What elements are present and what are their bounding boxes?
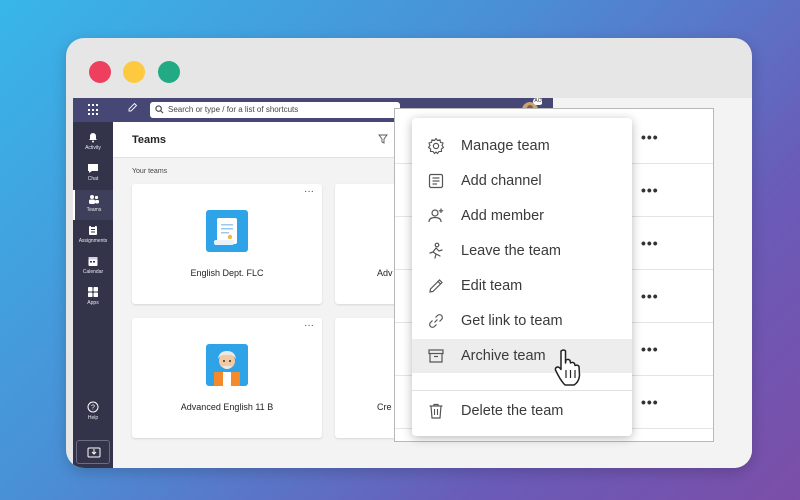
link-icon [429,314,443,328]
menu-item-add-member[interactable]: Add member [412,199,632,233]
teams-icon [89,195,99,204]
more-options-icon[interactable]: ••• [641,182,659,198]
compose-icon[interactable] [128,102,142,118]
rail-item-chat[interactable]: Chat [73,159,113,189]
archive-icon [428,349,444,363]
rail-item-calendar[interactable]: Calendar [73,252,113,282]
menu-item-delete-team[interactable]: Delete the team [412,394,632,428]
gear-icon [427,137,445,155]
menu-item-manage-team[interactable]: Manage team [412,129,632,163]
app-rail: Activity Chat Teams Assignments Calendar… [73,122,113,468]
section-label: Your teams [132,168,168,175]
apps-icon [88,287,98,297]
team-name: Advanced English 11 B [180,402,274,412]
rail-item-activity[interactable]: Activity [73,128,113,158]
calendar-icon [88,257,98,266]
filter-icon[interactable] [378,134,388,144]
download-app-button[interactable] [76,440,110,464]
more-options-icon[interactable]: ••• [641,394,659,410]
pencil-icon [429,279,443,293]
search-icon [155,105,164,114]
trash-icon [429,403,443,419]
rail-item-teams[interactable]: Teams [73,190,113,220]
app-launcher-icon[interactable] [88,104,100,116]
menu-divider [412,390,632,391]
menu-item-get-link[interactable]: Get link to team [412,304,632,338]
team-card[interactable]: ··· English Dept. FLC [132,184,322,304]
more-options-icon[interactable]: ••• [641,288,659,304]
more-options-icon[interactable]: ··· [304,187,314,197]
team-context-menu: Manage team Add channel Add member Leave… [412,118,632,436]
menu-item-edit-team[interactable]: Edit team [412,269,632,303]
chat-icon [88,164,98,173]
svg-text:?: ? [91,405,95,412]
rail-item-help[interactable]: ? Help [73,398,113,428]
search-placeholder: Search or type / for a list of shortcuts [168,105,299,114]
more-options-icon[interactable]: ••• [641,341,659,357]
help-icon: ? [87,401,99,413]
hand-cursor-icon [554,349,581,386]
menu-item-leave-team[interactable]: Leave the team [412,234,632,268]
page-title: Teams [132,134,167,146]
team-card[interactable]: ··· Advanced English 11 B [132,318,322,438]
add-member-icon [428,208,444,223]
channel-icon [428,173,444,189]
download-icon [87,447,101,458]
menu-item-archive-team[interactable]: Archive team [412,339,632,373]
team-avatar-scroll-icon [206,210,248,252]
rail-item-apps[interactable]: Apps [73,283,113,313]
minimize-window-button[interactable] [123,61,145,83]
assignments-icon [89,225,97,235]
more-options-icon[interactable]: ••• [641,235,659,251]
more-options-icon[interactable]: ··· [304,321,314,331]
rail-item-assignments[interactable]: Assignments [73,221,113,251]
search-input[interactable]: Search or type / for a list of shortcuts [150,102,400,118]
maximize-window-button[interactable] [158,61,180,83]
team-name: English Dept. FLC [190,268,264,278]
team-avatar-professor-icon [206,344,248,386]
bell-icon [89,133,97,143]
more-options-icon[interactable]: ••• [641,129,659,145]
close-window-button[interactable] [89,61,111,83]
avatar-badge: AO [534,98,542,104]
leave-icon [429,242,443,259]
menu-item-add-channel[interactable]: Add channel [412,164,632,198]
